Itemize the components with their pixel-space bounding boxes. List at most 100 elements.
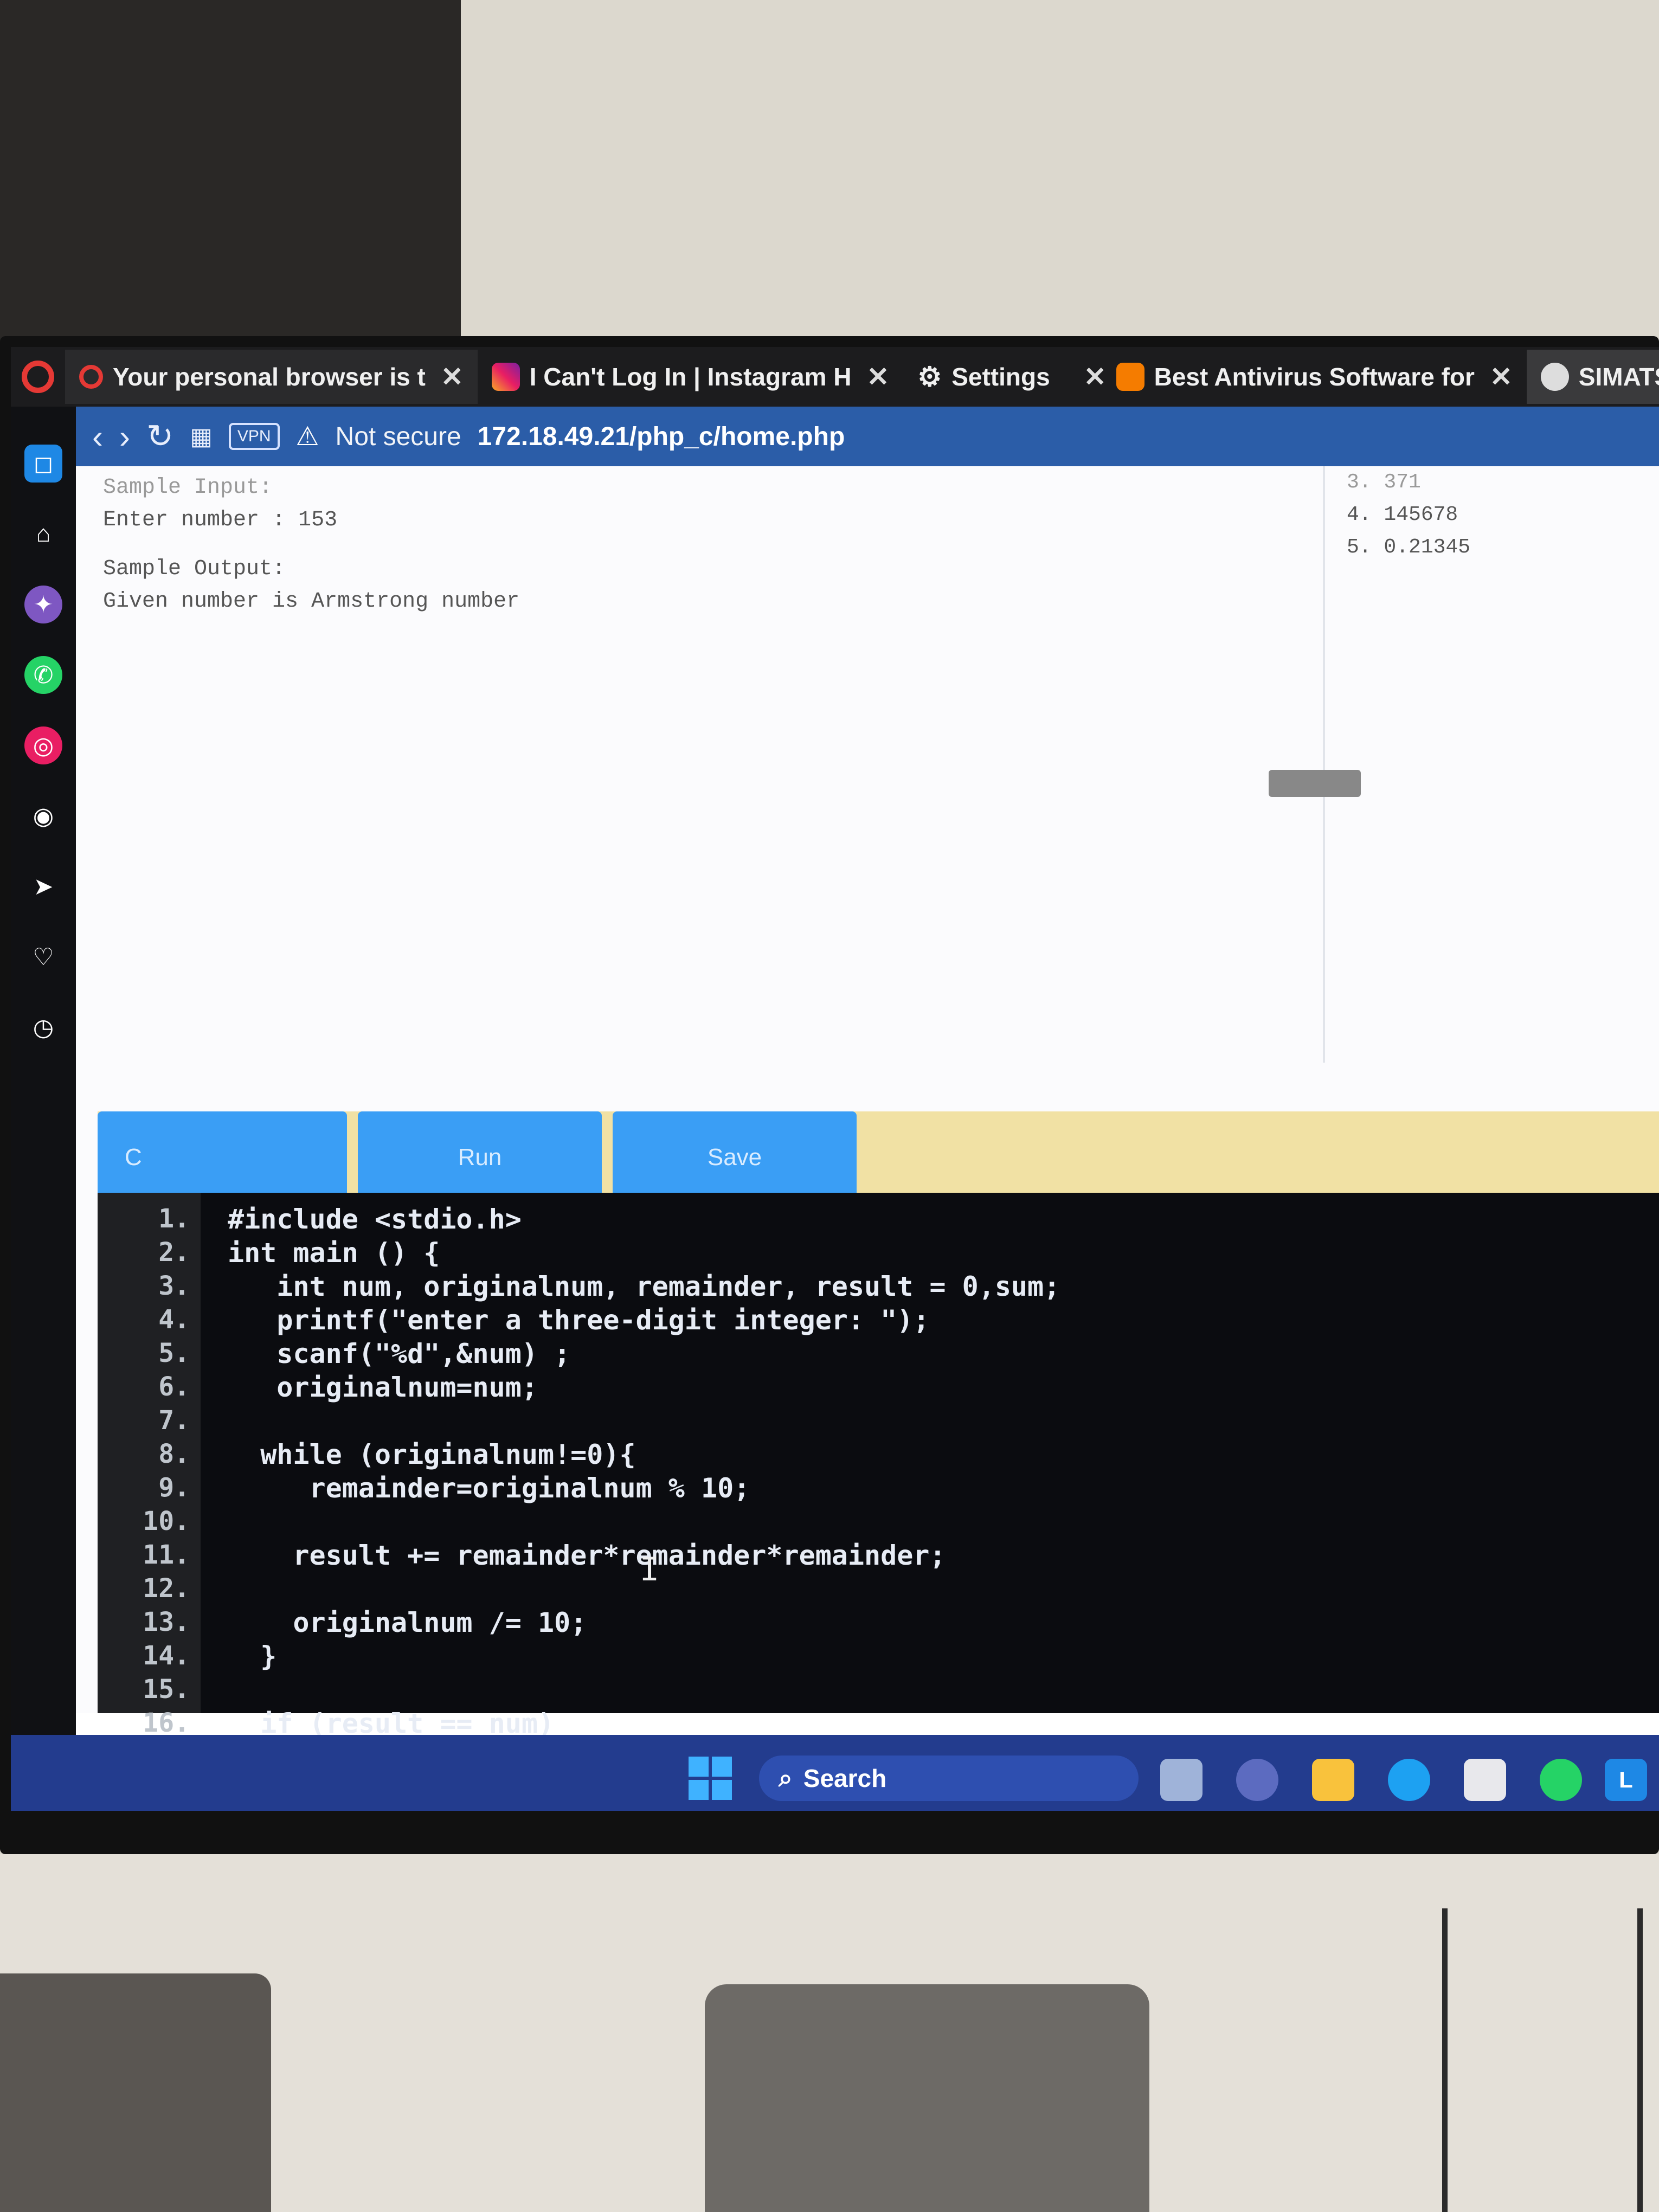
task-view-icon[interactable] [1160, 1759, 1203, 1801]
reload-icon[interactable]: ↻ [146, 417, 173, 455]
messenger-icon[interactable]: ✦ [24, 586, 62, 623]
line-number: 2. [158, 1237, 190, 1268]
file-explorer-icon[interactable] [1312, 1759, 1354, 1801]
vpn-badge[interactable]: VPN [228, 423, 280, 450]
close-icon[interactable]: ✕ [1490, 361, 1513, 393]
opera-logo-icon [22, 361, 54, 393]
testcase-item: 4. 145678 [1347, 503, 1458, 526]
home-icon[interactable]: ⌂ [24, 515, 62, 553]
line-number: 4. [158, 1304, 190, 1335]
laptop-left [0, 1973, 271, 2212]
sample-output-label: Sample Output: [103, 557, 286, 581]
browser-sidebar: ◻ ⌂ ✦ ✆ ◎ ◉ ➤ ♡ ◷ [11, 407, 76, 1811]
cable [1442, 1908, 1448, 2212]
testcase-button[interactable] [1269, 770, 1361, 797]
code-line: #include <stdio.h> [228, 1204, 522, 1235]
browser-tab-bar: Your personal browser is t ✕ I Can't Log… [11, 347, 1659, 407]
line-number: 6. [158, 1372, 190, 1402]
l-app-icon[interactable]: L [1605, 1759, 1647, 1801]
screen: Your personal browser is t ✕ I Can't Log… [11, 347, 1659, 1811]
send-icon[interactable]: ➤ [24, 867, 62, 905]
instagram-icon [491, 363, 520, 391]
close-icon[interactable]: ✕ [441, 361, 464, 393]
line-number: 8. [158, 1439, 190, 1469]
line-number: 10. [143, 1506, 190, 1536]
line-number: 13. [143, 1607, 190, 1637]
monitor: Your personal browser is t ✕ I Can't Log… [0, 336, 1659, 1854]
code-line: int main () { [228, 1237, 440, 1269]
code-line: remainder=originalnum % 10; [228, 1472, 750, 1504]
whatsapp-icon[interactable]: ✆ [24, 656, 62, 694]
tab-instagram[interactable]: I Can't Log In | Instagram H ✕ [478, 350, 904, 404]
url-field[interactable]: 172.18.49.21/php_c/home.php [478, 422, 845, 452]
search-box[interactable]: ⌕ Search [759, 1756, 1139, 1801]
opera-icon [79, 365, 103, 389]
close-icon[interactable]: ✕ [866, 361, 889, 393]
sample-input-value: Enter number : 153 [103, 508, 338, 532]
tab-label: Best Antivirus Software for [1154, 363, 1475, 391]
tab-antivirus[interactable]: ✕ Best Antivirus Software for ✕ [1064, 350, 1527, 404]
history-icon[interactable]: ◷ [24, 1008, 62, 1046]
line-number: 14. [143, 1641, 190, 1671]
browser-menu-button[interactable] [11, 350, 65, 404]
tab-label: Settings [951, 363, 1050, 391]
run-button[interactable]: Run [358, 1111, 602, 1204]
close-icon[interactable]: ✕ [1084, 361, 1107, 393]
windows-taskbar: ⌕ Search L [11, 1735, 1659, 1811]
line-number: 7. [158, 1405, 190, 1436]
tab-simats[interactable]: SIMATS CIDE [1526, 350, 1659, 404]
line-number: 5. [158, 1338, 190, 1368]
text-cursor-icon: I [640, 1551, 660, 1589]
code-line: scanf("%d",&num) ; [228, 1338, 571, 1369]
sample-output-value: Given number is Armstrong number [103, 589, 520, 614]
tab-label: I Can't Log In | Instagram H [529, 363, 852, 391]
edge-icon[interactable] [1388, 1759, 1430, 1801]
room-wall-light [461, 0, 1659, 390]
code-line: originalnum=num; [228, 1372, 538, 1403]
back-icon[interactable]: ‹ [92, 418, 103, 455]
line-number: 16. [143, 1708, 190, 1738]
tabs-grid-icon[interactable]: ▦ [190, 423, 213, 451]
language-select[interactable]: C [98, 1111, 347, 1204]
line-number: 1. [158, 1204, 190, 1234]
code-line: result += remainder*remainder*remainder; [228, 1540, 946, 1571]
instagram-icon[interactable]: ◎ [24, 726, 62, 764]
start-icon[interactable] [689, 1757, 732, 1800]
forward-icon[interactable]: › [119, 418, 130, 455]
line-number: 12. [143, 1573, 190, 1604]
store-icon[interactable] [1464, 1759, 1506, 1801]
tab-personal-browser[interactable]: Your personal browser is t ✕ [65, 350, 478, 404]
code-line: while (originalnum!=0){ [228, 1439, 636, 1470]
search-icon: ⌕ [779, 1764, 793, 1792]
sample-input-label: Sample Input: [103, 475, 273, 500]
code-editor[interactable]: 1. #include <stdio.h> 2. int main () { 3. in… [98, 1193, 1659, 1811]
tab-label: SIMATS CIDE [1578, 363, 1659, 391]
whatsapp-icon[interactable] [1540, 1759, 1582, 1801]
language-value: C [125, 1144, 142, 1171]
tab-label: Your personal browser is t [113, 363, 426, 391]
tab-settings[interactable]: ⚙ Settings [903, 350, 1064, 404]
line-number: 3. [158, 1271, 190, 1301]
gear-icon: ⚙ [917, 362, 942, 392]
meet-icon[interactable] [1236, 1759, 1278, 1801]
music-icon[interactable]: ◉ [24, 797, 62, 835]
testcase-panel: 3. 371 4. 145678 5. 0.21345 [1323, 466, 1659, 1063]
heart-icon[interactable]: ♡ [24, 938, 62, 976]
search-label: Search [803, 1764, 887, 1792]
editor-toolbar: C Run Save [98, 1111, 1659, 1204]
testcase-item: 3. 371 [1347, 471, 1421, 494]
code-line: originalnum /= 10; [228, 1607, 587, 1638]
code-line: int num, originalnum, remainder, result … [228, 1271, 1060, 1302]
line-number: 15. [143, 1674, 190, 1705]
page-content: Sample Input: Enter number : 153 Sample … [76, 466, 1659, 1811]
save-button[interactable]: Save [613, 1111, 857, 1204]
line-number: 11. [143, 1540, 190, 1570]
testcase-item: 5. 0.21345 [1347, 536, 1471, 559]
cable [1637, 1908, 1643, 2212]
code-line: } [228, 1641, 277, 1672]
workspace-icon[interactable]: ◻ [24, 445, 62, 483]
security-status[interactable]: Not secure [336, 422, 461, 452]
line-number: 9. [158, 1472, 190, 1503]
github-icon [1540, 363, 1569, 391]
laptop-middle [705, 1984, 1149, 2212]
